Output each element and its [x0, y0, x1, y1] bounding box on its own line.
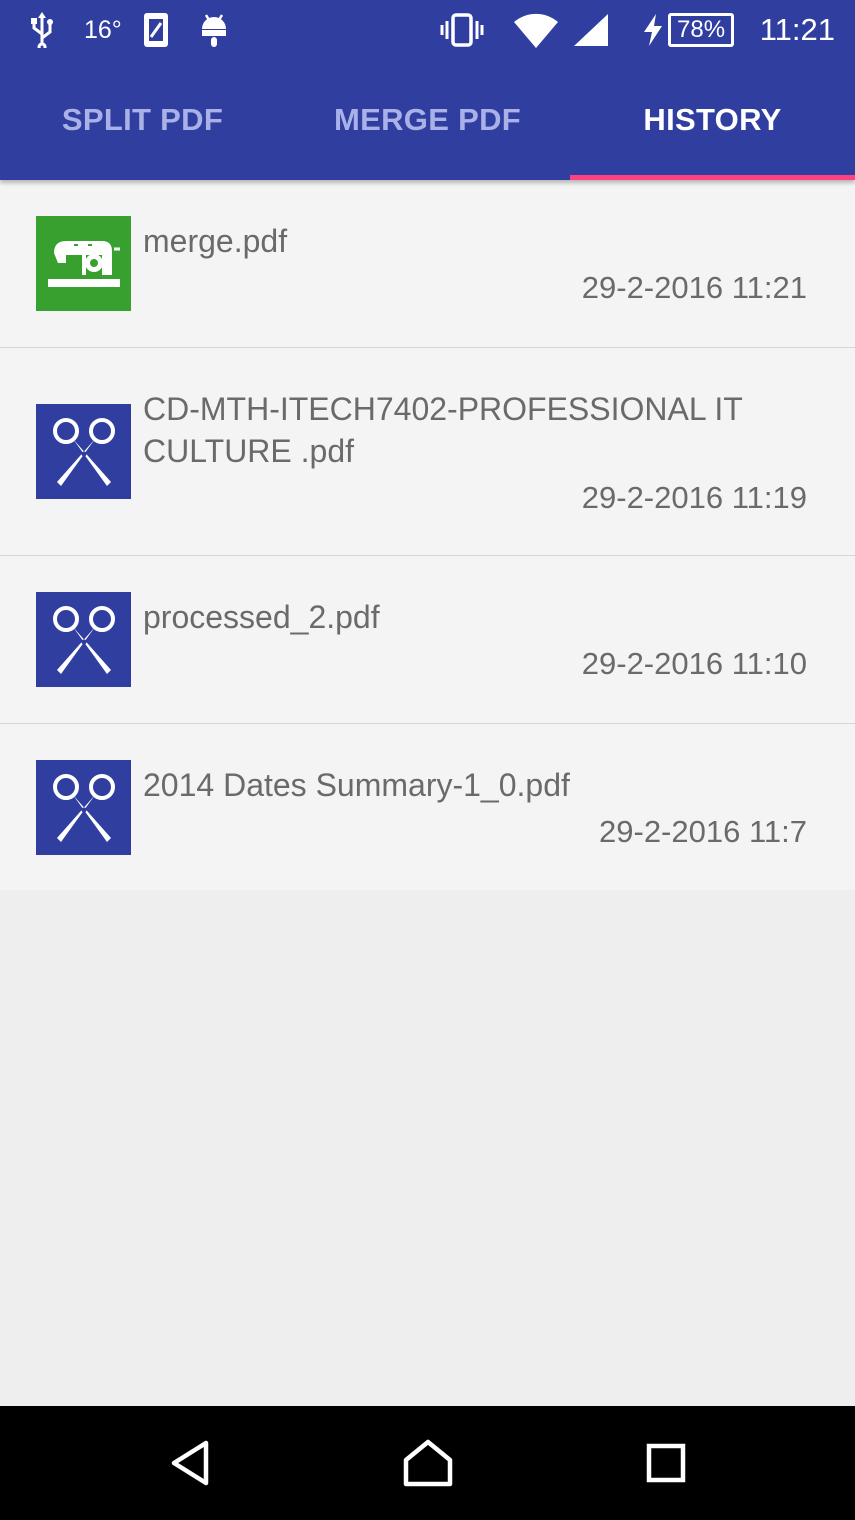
file-name: 2014 Dates Summary-1_0.pdf	[143, 767, 570, 803]
active-tab-indicator	[570, 175, 855, 180]
scissors-icon	[36, 760, 131, 855]
sewing-machine-icon	[36, 216, 131, 311]
history-item[interactable]: 2014 Dates Summary-1_0.pdf 29-2-2016 11:…	[0, 724, 855, 890]
wifi-icon	[512, 0, 560, 60]
tab-bar: SPLIT PDF MERGE PDF HISTORY	[0, 60, 855, 180]
clock: 11:21	[759, 12, 835, 47]
sd-card-icon	[142, 0, 170, 60]
recents-icon[interactable]	[626, 1406, 706, 1520]
tab-split-pdf[interactable]: SPLIT PDF	[0, 60, 285, 180]
history-item[interactable]: processed_2.pdf 29-2-2016 11:10	[0, 556, 855, 724]
scissors-icon	[36, 592, 131, 687]
file-name: merge.pdf	[143, 223, 288, 259]
battery-level: 78%	[668, 13, 735, 47]
file-name: CD-MTH-ITECH7402-PROFESSIONAL IT CULTURE…	[143, 391, 743, 469]
history-item[interactable]: CD-MTH-ITECH7402-PROFESSIONAL IT CULTURE…	[0, 348, 855, 556]
android-icon	[198, 0, 230, 60]
history-list: merge.pdf 29-2-2016 11:21 CD-MTH-ITECH74…	[0, 180, 855, 890]
charging-icon	[642, 0, 664, 60]
file-date: 29-2-2016 11:10	[581, 646, 807, 681]
file-date: 29-2-2016 11:21	[581, 270, 807, 305]
file-name: processed_2.pdf	[143, 599, 380, 635]
back-icon[interactable]	[150, 1406, 230, 1520]
file-date: 29-2-2016 11:19	[581, 480, 807, 515]
home-icon[interactable]	[386, 1406, 470, 1520]
tab-merge-pdf[interactable]: MERGE PDF	[285, 60, 570, 180]
battery-icon: 78%	[668, 0, 735, 60]
status-bar: 16° 78% 11:21	[0, 0, 855, 60]
file-date: 29-2-2016 11:7	[599, 814, 807, 849]
usb-icon	[28, 0, 56, 60]
signal-icon	[572, 0, 610, 60]
temperature-text: 16°	[84, 15, 122, 44]
history-item[interactable]: merge.pdf 29-2-2016 11:21	[0, 180, 855, 348]
vibrate-icon	[440, 0, 484, 60]
navigation-bar	[0, 1406, 855, 1520]
tab-history[interactable]: HISTORY	[570, 60, 855, 180]
scissors-icon	[36, 404, 131, 499]
